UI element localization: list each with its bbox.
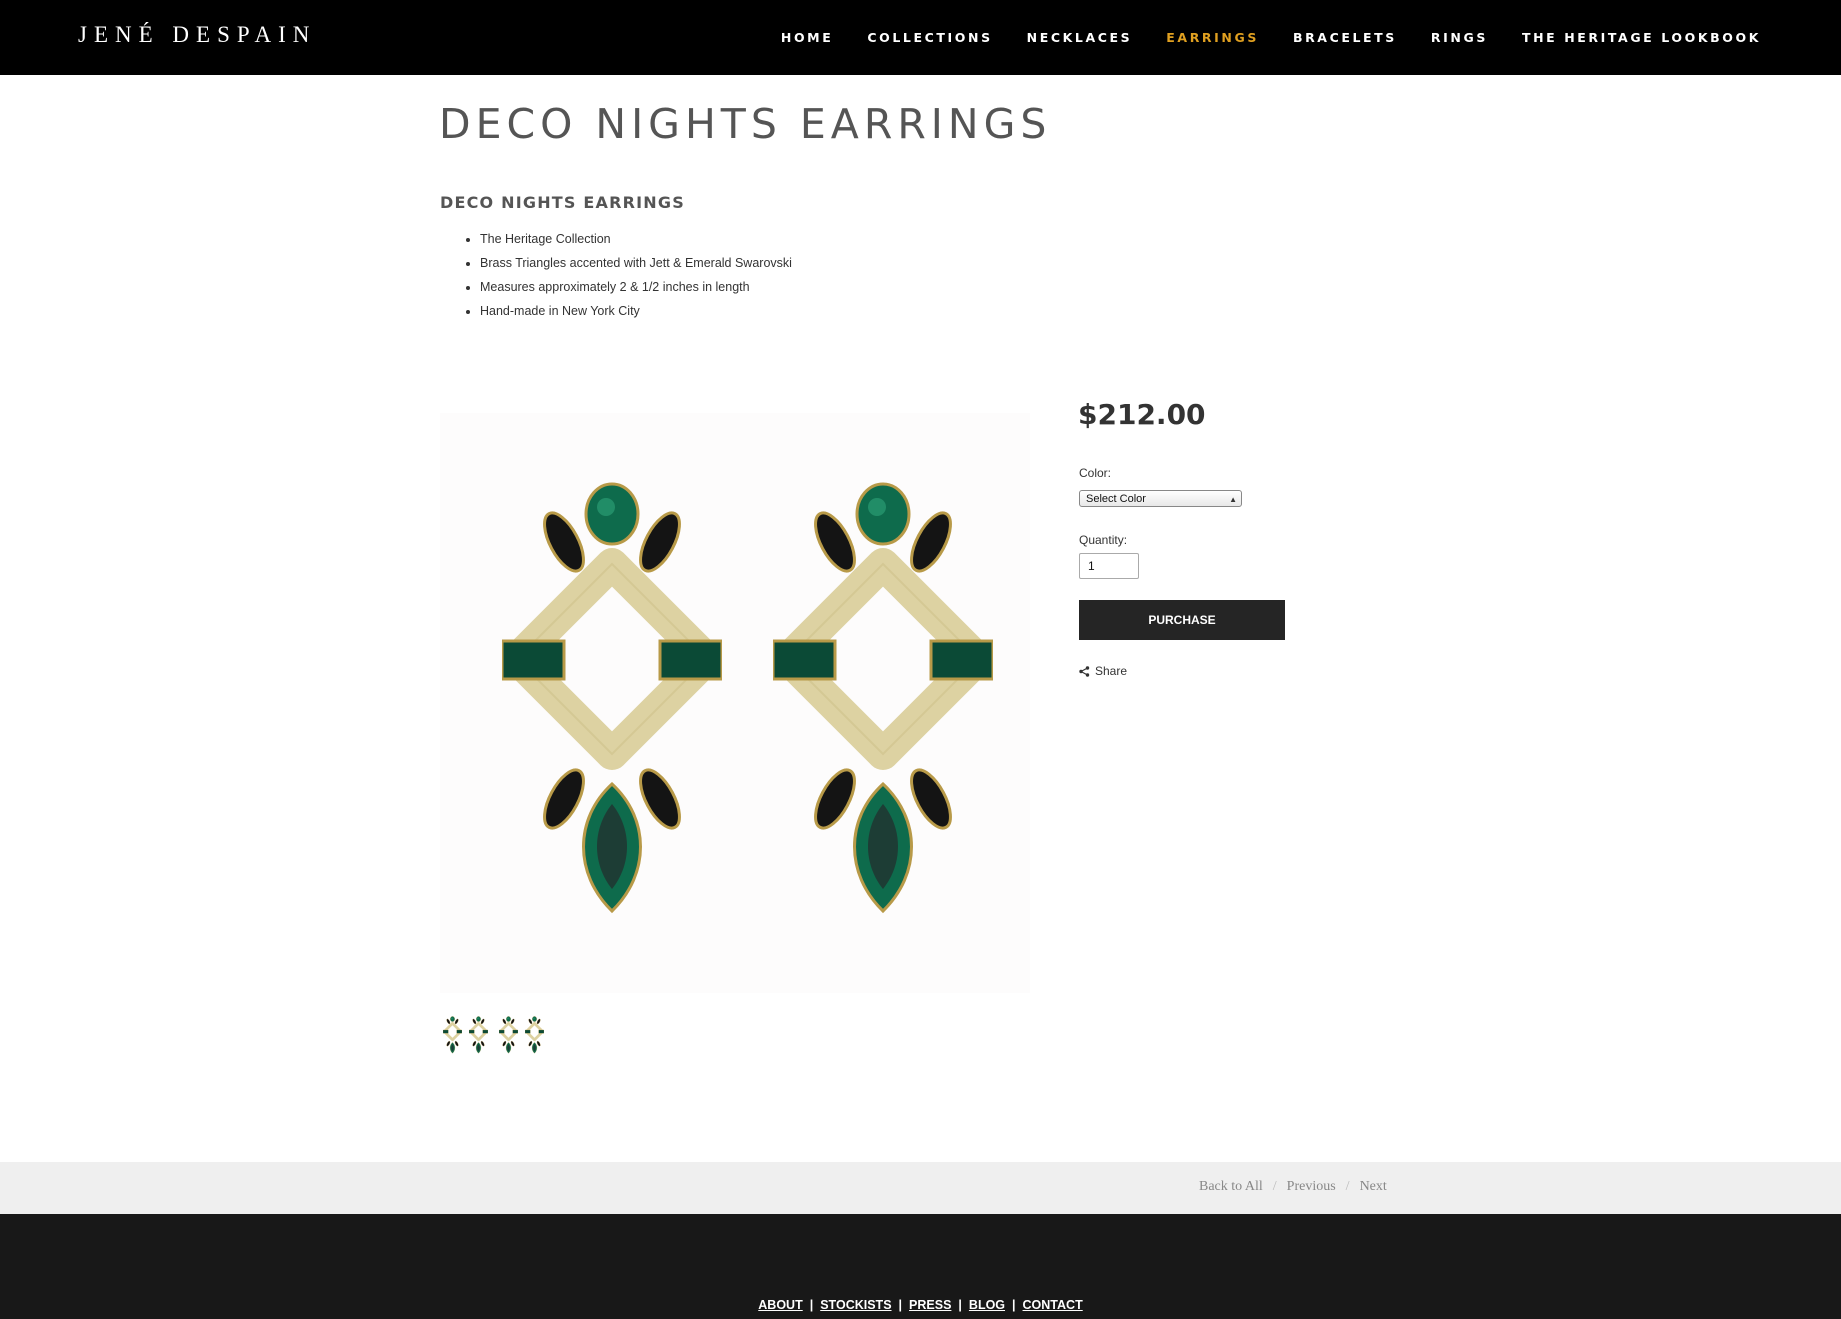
nav-item-bracelets[interactable]: BRACELETS [1293,30,1397,45]
thumbnail-image [443,1016,544,1054]
color-select-value: Select Color [1086,493,1146,505]
brand-logo[interactable]: JENÉ DESPAIN [78,22,316,48]
product-details-list: The Heritage Collection Brass Triangles … [440,231,792,327]
footer: ABOUT | STOCKISTS | PRESS | BLOG | CONTACT [0,1214,1841,1319]
product-subtitle: DECO NIGHTS EARRINGS [440,193,685,212]
back-to-all-link[interactable]: Back to All [1199,1179,1263,1194]
share-link[interactable]: Share [1079,664,1127,678]
detail-item: Hand-made in New York City [480,303,792,327]
nav-item-collections[interactable]: COLLECTIONS [867,30,992,45]
product-pager: Back to All / Previous / Next [0,1162,1841,1214]
share-label: Share [1095,664,1128,678]
footer-link-about[interactable]: ABOUT [758,1298,802,1312]
footer-link-blog[interactable]: BLOG [969,1298,1005,1312]
nav-item-heritage-lookbook[interactable]: THE HERITAGE LOOKBOOK [1522,30,1761,45]
nav-item-home[interactable]: HOME [781,30,833,45]
pager-separator: / [1272,1179,1277,1194]
detail-item: The Heritage Collection [480,231,792,255]
share-icon [1079,665,1090,677]
page-title: DECO NIGHTS EARRINGS [439,100,1052,148]
product-image[interactable] [440,413,1030,993]
previous-link[interactable]: Previous [1287,1179,1336,1194]
footer-link-stockists[interactable]: STOCKISTS [820,1298,891,1312]
main-nav: HOME COLLECTIONS NECKLACES EARRINGS BRAC… [747,30,1761,45]
earrings-photo [440,413,1030,993]
product-price: $212.00 [1078,398,1206,431]
detail-item: Measures approximately 2 & 1/2 inches in… [480,279,792,303]
select-arrows-icon: ▲ [1229,495,1237,504]
next-link[interactable]: Next [1360,1179,1387,1194]
purchase-button[interactable]: PURCHASE [1079,600,1285,640]
footer-link-contact[interactable]: CONTACT [1023,1298,1083,1312]
pager-separator: / [1345,1179,1350,1194]
detail-item: Brass Triangles accented with Jett & Eme… [480,255,792,279]
color-select[interactable]: Select Color ▲ [1079,490,1242,507]
footer-link-press[interactable]: PRESS [909,1298,951,1312]
nav-item-earrings[interactable]: EARRINGS [1166,30,1259,45]
nav-item-rings[interactable]: RINGS [1431,30,1488,45]
footer-links: ABOUT | STOCKISTS | PRESS | BLOG | CONTACT [758,1298,1083,1312]
quantity-label: Quantity: [1079,533,1128,547]
color-label: Color: [1079,466,1112,480]
quantity-input[interactable] [1079,553,1139,579]
nav-item-necklaces[interactable]: NECKLACES [1027,30,1133,45]
top-navigation-bar: JENÉ DESPAIN HOME COLLECTIONS NECKLACES … [0,0,1841,75]
product-thumbnail[interactable] [443,1015,545,1055]
